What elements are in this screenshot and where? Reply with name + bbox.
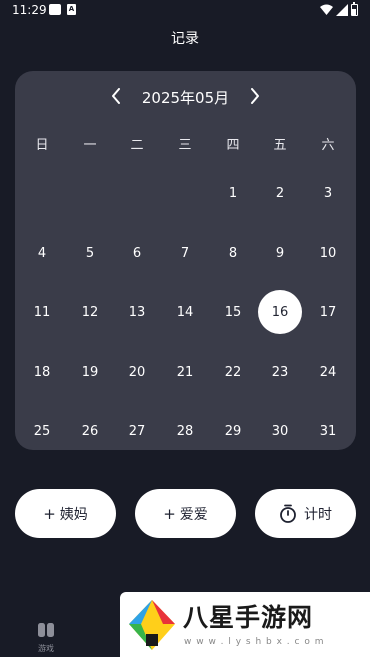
next-month-button[interactable]: [244, 85, 266, 107]
calendar-day[interactable]: 26: [68, 409, 112, 453]
calendar-header: 2025年05月: [15, 85, 356, 107]
calendar-day[interactable]: 14: [163, 290, 207, 334]
calendar-day[interactable]: 23: [258, 350, 302, 394]
action-buttons: + 姨妈 + 爱爱 计时: [0, 489, 370, 539]
calendar-day[interactable]: 7: [163, 231, 207, 275]
calendar-day[interactable]: 27: [115, 409, 159, 453]
nav-item-game-label: 游戏: [38, 644, 54, 653]
app-badge-icon: A: [67, 4, 76, 15]
watermark-text: 八星手游网: [183, 603, 314, 632]
calendar-day[interactable]: 17: [306, 290, 350, 334]
plus-icon: +: [43, 504, 56, 523]
page-title: 记录: [171, 31, 199, 47]
calendar-day[interactable]: 3: [306, 171, 350, 215]
calendar-day[interactable]: 24: [306, 350, 350, 394]
add-period-label: 姨妈: [59, 506, 88, 523]
add-intimacy-label: 爱爱: [179, 506, 208, 523]
add-intimacy-button[interactable]: + 爱爱: [135, 489, 236, 538]
wifi-icon: [320, 4, 333, 15]
stopwatch-icon: [279, 504, 297, 523]
weekday-label: 五: [273, 137, 287, 153]
calendar-day[interactable]: 2: [258, 171, 302, 215]
watermark-logo: [129, 600, 175, 650]
nav-item-game[interactable]: 游戏: [28, 622, 64, 654]
chevron-right-icon: [251, 88, 259, 104]
calendar-day[interactable]: 22: [211, 350, 255, 394]
calendar-day[interactable]: 1: [211, 171, 255, 215]
signal-icon: [336, 4, 348, 16]
calendar-day[interactable]: 20: [115, 350, 159, 394]
status-bar: 11:29 A: [0, 0, 370, 22]
weekday-label: 三: [178, 137, 192, 153]
watermark: 八星手游网 w w w . l y s h b x . c o m: [120, 592, 370, 657]
status-time: 11:29: [12, 3, 47, 17]
calendar-day[interactable]: 4: [20, 231, 64, 275]
calendar-day[interactable]: 12: [68, 290, 112, 334]
weekday-label: 四: [226, 137, 240, 153]
calendar-day-selected[interactable]: 16: [258, 290, 302, 334]
calendar-day[interactable]: 30: [258, 409, 302, 453]
watermark-url: w w w . l y s h b x . c o m: [184, 637, 325, 647]
calendar-day[interactable]: 10: [306, 231, 350, 275]
weekday-label: 二: [130, 137, 144, 153]
calendar-day[interactable]: 31: [306, 409, 350, 453]
calendar-day[interactable]: 15: [211, 290, 255, 334]
calendar-day[interactable]: 28: [163, 409, 207, 453]
calendar-day[interactable]: 19: [68, 350, 112, 394]
gamepad-icon: [38, 623, 54, 637]
weekday-label: 一: [83, 137, 97, 153]
plus-icon: +: [163, 504, 176, 523]
calendar-day[interactable]: 5: [68, 231, 112, 275]
calendar-day[interactable]: 25: [20, 409, 64, 453]
calendar-day[interactable]: 13: [115, 290, 159, 334]
calendar-day[interactable]: 9: [258, 231, 302, 275]
notification-icon: [49, 4, 61, 15]
weekday-label: 日: [35, 137, 49, 153]
calendar-day[interactable]: 29: [211, 409, 255, 453]
weekday-label: 六: [321, 137, 335, 153]
calendar-day[interactable]: 21: [163, 350, 207, 394]
calendar-card: 2025年05月 日一二三四五六 1 2 3 4 5 6 7 8 9 10 11 12 13 14 15 16 1…: [15, 71, 356, 450]
add-period-button[interactable]: + 姨妈: [15, 489, 116, 538]
battery-icon: [351, 2, 358, 16]
calendar-day[interactable]: 11: [20, 290, 64, 334]
timer-button[interactable]: 计时: [255, 489, 356, 538]
calendar-day[interactable]: 18: [20, 350, 64, 394]
month-label: 2025年05月: [141, 89, 230, 107]
calendar-day[interactable]: 8: [211, 231, 255, 275]
calendar-day[interactable]: 6: [115, 231, 159, 275]
timer-label: 计时: [304, 506, 332, 523]
